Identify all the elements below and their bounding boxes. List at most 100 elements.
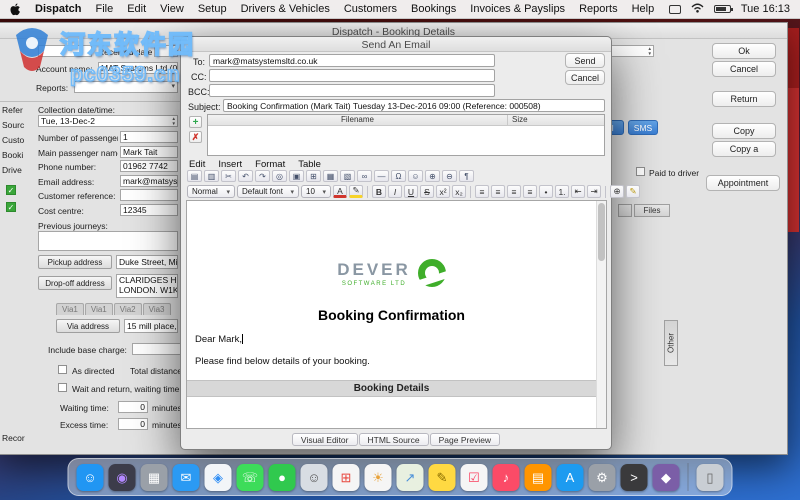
dock-icon-purple-app[interactable]: ◆: [652, 463, 680, 491]
menu-item[interactable]: Help: [632, 3, 655, 15]
highlight-color-icon[interactable]: ✎: [349, 185, 363, 198]
collection-date-input[interactable]: Tue, 13-Dec-2 ▲ ▼: [38, 115, 178, 127]
edit-source-icon[interactable]: ✎: [626, 185, 640, 198]
cut-icon[interactable]: ✂: [221, 170, 236, 182]
table-icon[interactable]: ▦: [323, 170, 338, 182]
indent-icon[interactable]: ⇥: [587, 185, 601, 198]
editor-view-tab[interactable]: Page Preview: [429, 433, 501, 446]
editor-menu-item[interactable]: Insert: [218, 159, 242, 170]
dock-icon-contacts[interactable]: ☺: [300, 463, 328, 491]
via-tab[interactable]: Via2: [113, 303, 142, 315]
dock-icon-music[interactable]: ♪: [492, 463, 520, 491]
paragraph-style-dropdown[interactable]: Normal ▾: [187, 185, 235, 198]
attachment-table[interactable]: Filename Size: [207, 114, 605, 156]
align-right-icon[interactable]: ≡: [507, 185, 521, 198]
to-input[interactable]: [209, 54, 495, 67]
dock-icon-siri[interactable]: ◉: [108, 463, 136, 491]
menu-item[interactable]: Invoices & Payslips: [470, 3, 565, 15]
dock-icon-trash[interactable]: ▯: [696, 463, 724, 491]
sms-button[interactable]: SMS: [628, 120, 658, 135]
field-input[interactable]: 01962 7742: [120, 160, 178, 173]
copy-icon[interactable]: ▥: [204, 170, 219, 182]
dock-icon-maps[interactable]: ↗: [396, 463, 424, 491]
numbered-list-icon[interactable]: 1.: [555, 185, 569, 198]
bullet-list-icon[interactable]: •: [539, 185, 553, 198]
cancel-button[interactable]: Cancel: [712, 61, 776, 77]
menu-item[interactable]: View: [160, 3, 184, 15]
justify-icon[interactable]: ≡: [523, 185, 537, 198]
bcc-input[interactable]: [209, 84, 495, 97]
dock-icon-messages[interactable]: ☏: [236, 463, 264, 491]
menu-item[interactable]: Edit: [127, 3, 146, 15]
return-button[interactable]: Return: [712, 91, 776, 107]
apple-menu-icon[interactable]: [10, 3, 21, 16]
redo-icon[interactable]: ↷: [255, 170, 270, 182]
other-tab[interactable]: Other: [664, 320, 678, 366]
size-column-header[interactable]: Size: [508, 115, 604, 125]
ok-button[interactable]: Ok: [712, 43, 776, 59]
via-address-button[interactable]: Via address: [56, 319, 120, 333]
pickup-address-button[interactable]: Pickup address: [38, 255, 112, 269]
horizontal-rule-icon[interactable]: —: [374, 170, 389, 182]
wifi-icon[interactable]: [691, 3, 704, 16]
filename-column-header[interactable]: Filename: [208, 115, 508, 125]
dock-icon-settings[interactable]: ⚙: [588, 463, 616, 491]
editor-menu-item[interactable]: Table: [298, 159, 321, 170]
undo-icon[interactable]: ↶: [238, 170, 253, 182]
files-tab[interactable]: Files: [634, 204, 670, 217]
menu-clock[interactable]: Tue 16:13: [741, 3, 790, 15]
cc-input[interactable]: [209, 69, 495, 82]
superscript-icon[interactable]: x²: [436, 185, 450, 198]
as-directed-checkbox[interactable]: [58, 365, 67, 374]
checked-checkbox[interactable]: ✓: [6, 202, 16, 212]
dock-icon-appstore[interactable]: A: [556, 463, 584, 491]
dock-icon-books[interactable]: ▤: [524, 463, 552, 491]
table-properties-icon[interactable]: ▧: [340, 170, 355, 182]
app-menu-dispatch[interactable]: Dispatch: [35, 3, 81, 15]
battery-icon[interactable]: [713, 5, 733, 13]
stepper-icon[interactable]: ▲ ▼: [648, 46, 652, 56]
dock-icon-calendar[interactable]: ⊞: [332, 463, 360, 491]
field-input[interactable]: Mark Tait: [120, 145, 178, 158]
zoom-out-icon[interactable]: ⊖: [442, 170, 457, 182]
dialog-cancel-button[interactable]: Cancel: [565, 70, 605, 85]
font-size-dropdown[interactable]: 10 ▾: [301, 185, 331, 198]
emoticon-icon[interactable]: ☺: [408, 170, 423, 182]
editor-view-tab[interactable]: HTML Source: [358, 433, 429, 446]
stepper-icon[interactable]: ▲ ▼: [172, 116, 176, 126]
via-address-input[interactable]: 15 mill place, Mic: [124, 319, 178, 333]
field-input[interactable]: mark@matsyste: [120, 174, 178, 187]
menu-item[interactable]: Reports: [579, 3, 618, 15]
dock-icon-launchpad[interactable]: ▦: [140, 463, 168, 491]
italic-icon[interactable]: I: [388, 185, 402, 198]
find-icon[interactable]: ◎: [272, 170, 287, 182]
via-tab[interactable]: Via1: [56, 303, 84, 315]
align-left-icon[interactable]: ≡: [475, 185, 489, 198]
hidden-tab-stub[interactable]: [618, 204, 632, 217]
print-icon[interactable]: ¶: [459, 170, 474, 182]
excess-time-input[interactable]: 0: [118, 418, 148, 430]
send-button[interactable]: Send: [565, 53, 605, 68]
underline-icon[interactable]: U: [404, 185, 418, 198]
checked-checkbox[interactable]: ✓: [6, 185, 16, 195]
dock-icon-safari[interactable]: ◈: [204, 463, 232, 491]
waiting-time-input[interactable]: 0: [118, 401, 148, 413]
font-family-dropdown[interactable]: Default font ▾: [237, 185, 299, 198]
add-attachment-icon[interactable]: +: [189, 116, 202, 128]
dock-icon-photos[interactable]: ☀: [364, 463, 392, 491]
field-input[interactable]: 1: [120, 131, 178, 143]
editor-scrollbar[interactable]: [596, 201, 606, 428]
zoom-icon[interactable]: ⊕: [610, 185, 624, 198]
previous-journeys-box[interactable]: [38, 231, 178, 251]
scrollbar-thumb[interactable]: [598, 203, 605, 261]
dock-icon-notes[interactable]: ✎: [428, 463, 456, 491]
copy-button[interactable]: Copy: [712, 123, 776, 139]
field-input[interactable]: 12345: [120, 203, 178, 216]
email-body-editor[interactable]: DEVER SOFTWARE LTD Booking Confirmation …: [186, 200, 607, 429]
dock-icon-facetime[interactable]: ●: [268, 463, 296, 491]
editor-menu-item[interactable]: Edit: [189, 159, 205, 170]
account-name-value[interactable]: MAT Systems Ltd (000: [98, 62, 178, 74]
received-date-input[interactable]: [154, 45, 178, 57]
paste-icon[interactable]: ▤: [187, 170, 202, 182]
editor-menu-item[interactable]: Format: [255, 159, 285, 170]
